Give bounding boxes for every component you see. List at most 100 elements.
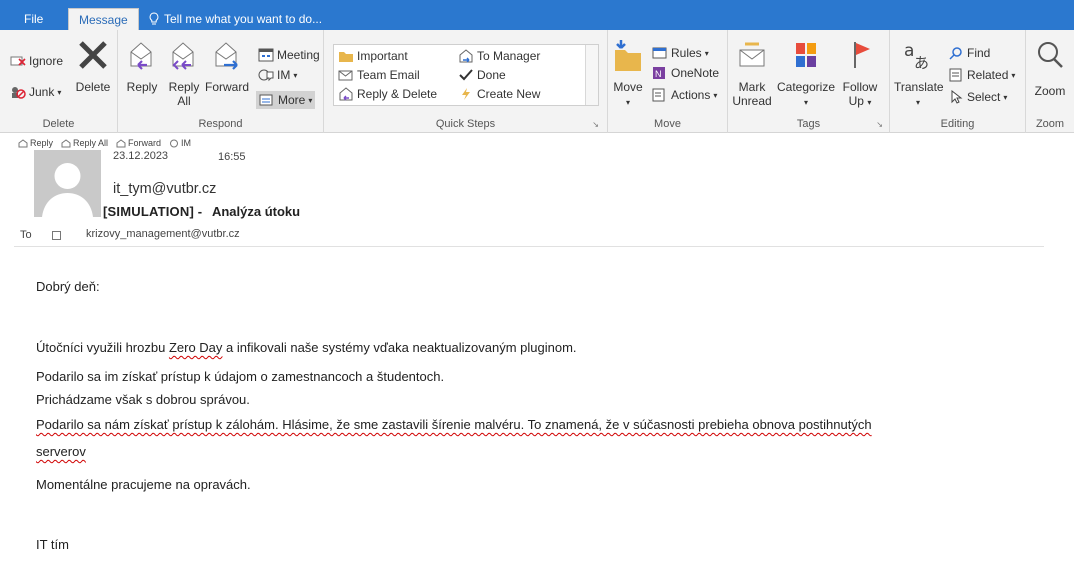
inline-reply-all-button[interactable]: Reply All [61, 138, 108, 148]
move-folder-icon [615, 40, 641, 71]
svg-text:あ: あ [914, 54, 929, 72]
ignore-button[interactable]: Ignore [10, 52, 63, 70]
group-delete: Ignore Junk ▾ Delete Delete [0, 30, 118, 133]
message-time: 16:55 [218, 151, 246, 163]
select-button[interactable]: Select ▾ [948, 88, 1007, 106]
group-zoom: Zoom Zoom [1026, 30, 1074, 133]
quick-step-important[interactable]: Important [338, 47, 408, 65]
quick-step-to-manager[interactable]: To Manager [458, 47, 540, 65]
categorize-button[interactable]: Categorize ▾ [776, 38, 836, 107]
junk-button[interactable]: Junk ▾ [10, 83, 61, 101]
select-dropdown-arrow: ▾ [1003, 92, 1008, 102]
meeting-button[interactable]: Meeting [258, 46, 320, 64]
group-editing: aあ Translate ▾ Find Related ▾ Select ▾ E… [890, 30, 1026, 133]
body-paragraph-3: Prichádzame však s dobrou správou. [36, 392, 250, 407]
mark-unread-label-2: Unread [732, 94, 772, 108]
move-button[interactable]: Move ▾ [610, 38, 646, 110]
tags-launcher-icon[interactable]: ↘ [876, 120, 883, 129]
tab-message[interactable]: Message [68, 8, 139, 30]
inline-forward-button[interactable]: Forward [116, 138, 161, 148]
im-icon [258, 69, 274, 82]
im-button[interactable]: IM ▾ [258, 66, 297, 84]
group-label-move: Move [654, 118, 681, 130]
body-paragraph-1: Útočníci využili hrozbu Zero Day a infik… [36, 340, 577, 355]
rules-button[interactable]: Rules ▾ [652, 44, 709, 62]
reply-button[interactable]: Reply [122, 38, 162, 94]
magnifier-icon [1038, 42, 1063, 68]
im-small-icon [170, 139, 179, 147]
follow-up-label-1: Follow [842, 80, 878, 94]
find-button[interactable]: Find [948, 44, 990, 62]
checkmark-icon [459, 69, 473, 81]
tell-me-label: Tell me what you want to do... [164, 12, 323, 26]
forward-button[interactable]: Forward [204, 38, 250, 94]
group-label-tags: Tags [796, 118, 821, 130]
important-label: Important [357, 49, 408, 63]
quick-step-reply-delete[interactable]: Reply & Delete [338, 85, 437, 103]
body-p1-part-c: a infikovali naše systémy vďaka neaktual… [222, 340, 577, 355]
junk-icon [12, 87, 26, 99]
rules-dropdown-arrow: ▾ [704, 48, 709, 58]
lightbulb-icon [149, 12, 159, 25]
inline-reply-button[interactable]: Reply [18, 138, 53, 148]
message-subject: [SIMULATION] - Analýza útoku [103, 204, 300, 219]
delete-x-icon [79, 41, 107, 69]
quick-step-create-new[interactable]: Create New [458, 85, 540, 103]
recipient-address[interactable]: krizovy_management@vutbr.cz [86, 228, 240, 240]
more-label: More [278, 93, 306, 107]
ignore-label: Ignore [29, 54, 64, 68]
calendar-icon [258, 48, 274, 62]
team-email-label: Team Email [357, 68, 420, 82]
reply-all-button[interactable]: Reply All [164, 38, 204, 108]
folder-icon [339, 52, 353, 62]
quick-steps-launcher-icon[interactable]: ↘ [592, 120, 599, 129]
body-p1-zero-day: Zero Day [168, 340, 223, 355]
more-icon [259, 94, 273, 106]
onenote-button[interactable]: N OneNote [652, 64, 719, 82]
message-date: 23.12.2023 [113, 150, 169, 162]
group-respond: Reply Reply All Forward Meeting IM ▾ Mor… [118, 30, 324, 133]
body-paragraph-5: Momentálne pracujeme na opravách. [36, 477, 251, 492]
more-respond-button[interactable]: More ▾ [256, 91, 316, 109]
body-signature: IT tím [36, 537, 69, 552]
reply-delete-icon [339, 87, 353, 101]
reply-small-icon [18, 138, 28, 147]
quick-steps-scrollbar[interactable] [585, 45, 598, 105]
delete-label: Delete [75, 80, 111, 94]
categorize-label: Categorize [776, 80, 836, 94]
inline-im-button[interactable]: IM [169, 138, 191, 148]
actions-button[interactable]: Actions ▾ [652, 86, 717, 104]
translate-dropdown-arrow: ▾ [915, 98, 920, 107]
sender-address[interactable]: it_tym@vutbr.cz [113, 181, 216, 197]
mark-unread-icon [739, 42, 765, 67]
reply-icon [130, 42, 152, 70]
junk-dropdown-arrow: ▾ [57, 87, 62, 97]
lightning-icon [462, 88, 470, 100]
delete-button[interactable]: Delete [72, 38, 114, 94]
translate-label: Translate [894, 80, 944, 94]
search-icon [949, 47, 962, 60]
body-paragraph-2: Podarilo sa im získať prístup k údajom o… [36, 369, 445, 384]
im-label: IM [277, 68, 291, 82]
onenote-label: OneNote [671, 66, 720, 80]
zoom-button[interactable]: Zoom [1030, 38, 1070, 98]
tab-file[interactable]: File [14, 8, 53, 30]
reply-label: Reply [126, 80, 158, 94]
mark-unread-label-1: Mark [738, 80, 766, 94]
quick-step-team-email[interactable]: Team Email [338, 66, 420, 84]
quick-step-done[interactable]: Done [458, 66, 506, 84]
translate-button[interactable]: aあ Translate ▾ [894, 38, 944, 107]
related-button[interactable]: Related ▾ [948, 66, 1015, 84]
inline-forward-label: Forward [128, 138, 162, 148]
svg-text:N: N [655, 69, 662, 79]
related-icon [949, 68, 962, 82]
mark-unread-button[interactable]: Mark Unread [732, 38, 772, 108]
forward-icon [215, 42, 238, 70]
tell-me-search[interactable]: Tell me what you want to do... [148, 8, 322, 30]
to-manager-icon [459, 49, 473, 63]
message-inline-toolbar: Reply Reply All Forward IM [18, 136, 191, 150]
follow-up-button[interactable]: Follow Up ▾ [838, 38, 882, 108]
subject-main: Analýza útoku [211, 204, 301, 219]
group-label-respond: Respond [198, 118, 243, 130]
quick-steps-gallery: Important Team Email Reply & Delete To M… [333, 44, 599, 106]
